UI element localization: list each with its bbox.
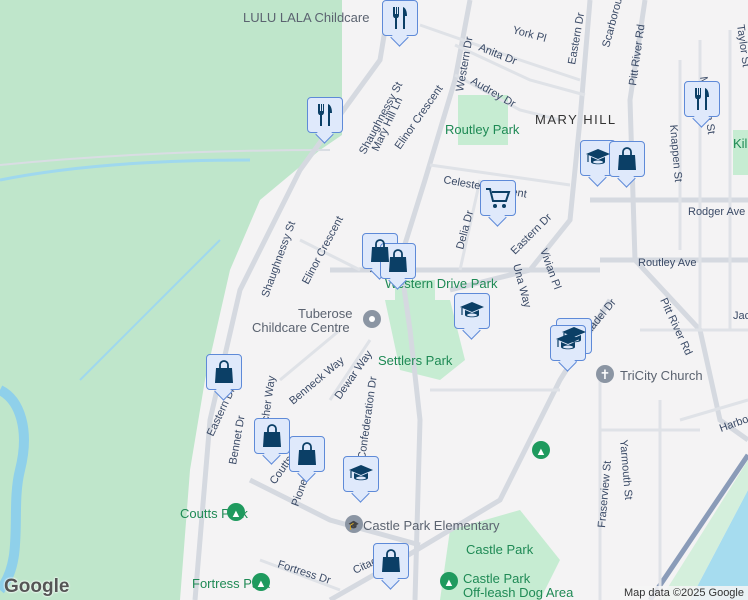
- graduation-cap-icon: [586, 149, 610, 165]
- google-logo: Google: [4, 576, 70, 597]
- map-label: Confederation Dr: [356, 375, 380, 460]
- map-label: Jaca: [733, 310, 748, 322]
- shopping-bag-icon: [215, 360, 233, 383]
- restaurant-marker[interactable]: [684, 81, 720, 117]
- map-label: Tuberose: [298, 306, 352, 321]
- map-label: ▲: [256, 578, 267, 590]
- map-label: Taylor St: [734, 24, 748, 68]
- map-label: 🎓: [348, 520, 359, 530]
- graduation-cap-icon: [556, 334, 580, 350]
- map-label: Scarborough: [600, 0, 628, 49]
- shopping-bag-icon: [618, 147, 636, 170]
- map-label: Routley Ave: [638, 257, 697, 269]
- map-label: Elinor Crescent: [300, 214, 346, 286]
- map-label: Childcare Centre: [252, 320, 350, 335]
- shopping-bag-icon: [382, 549, 400, 572]
- school-marker[interactable]: [343, 456, 379, 492]
- school-marker[interactable]: [454, 293, 490, 329]
- shopping-bag-icon: [389, 249, 407, 272]
- map-label: ▲: [231, 508, 242, 520]
- map-label: Bennet Dr: [227, 414, 247, 465]
- map-label: Castle Park Elementary: [363, 518, 500, 533]
- shopping-marker[interactable]: [289, 436, 325, 472]
- map-label: Yarmouth St: [617, 439, 634, 500]
- map-label: York Pl: [511, 24, 547, 45]
- map-label: Rodger Ave: [688, 206, 745, 218]
- map-label: Kil: [733, 136, 748, 151]
- map-attribution[interactable]: Map data ©2025 Google: [619, 586, 748, 600]
- grocery-marker[interactable]: [480, 180, 516, 216]
- map-canvas[interactable]: MARY HILL Shaughnessy St Shaughnessy St …: [0, 0, 748, 600]
- map-label: ▲: [444, 577, 455, 589]
- shopping-marker[interactable]: [373, 543, 409, 579]
- graduation-cap-icon: [460, 302, 484, 318]
- shopping-bag-icon: [298, 442, 316, 465]
- map-label: Shaughnessy St: [260, 220, 299, 299]
- park-area: [385, 300, 465, 380]
- shopping-marker[interactable]: [254, 418, 290, 454]
- map-label: TriCity Church: [620, 368, 703, 383]
- castle-park-dog-area-line1: Castle Park: [463, 571, 531, 586]
- castle-park-dog-area-line2: Off-leash Dog Area: [463, 585, 574, 600]
- map-label: Fortress Dr: [276, 558, 332, 587]
- restaurant-marker[interactable]: [382, 0, 418, 36]
- fork-knife-icon: [393, 7, 407, 29]
- shopping-marker[interactable]: [206, 354, 242, 390]
- shopping-marker[interactable]: [609, 141, 645, 177]
- graduation-cap-icon: [349, 465, 373, 481]
- fork-knife-icon: [695, 88, 709, 110]
- map-label: LULU LALA Childcare: [243, 10, 369, 25]
- shopping-cart-icon: [486, 188, 511, 208]
- shopping-bag-icon: [263, 424, 281, 447]
- map-label: Pitt River Rd: [627, 24, 647, 87]
- map-label: Settlers Park: [378, 353, 453, 368]
- map-label: Delia Dr: [454, 209, 476, 251]
- map-label: Castle Park: [466, 542, 534, 557]
- forest-area: [0, 0, 342, 600]
- neighborhood-label: MARY HILL: [535, 112, 617, 127]
- map-label: ✝: [600, 367, 611, 382]
- map-label: ▲: [536, 446, 547, 458]
- map-label: Routley Park: [445, 122, 520, 137]
- restaurant-marker[interactable]: [307, 97, 343, 133]
- fork-knife-icon: [318, 104, 332, 126]
